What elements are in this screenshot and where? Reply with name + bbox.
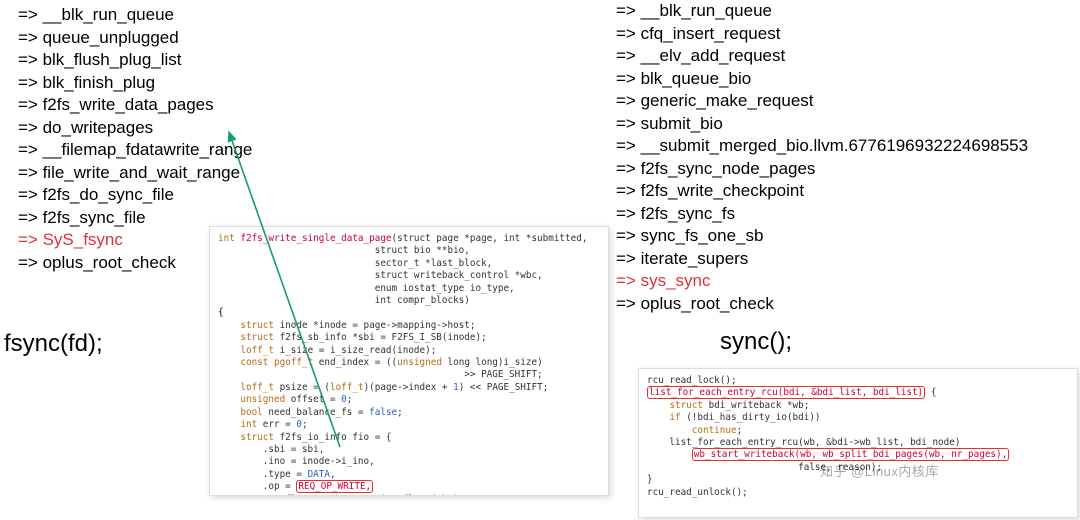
code-line: .sbi = sbi, — [218, 444, 600, 456]
stack-line: => f2fs_do_sync_file — [18, 184, 252, 207]
code-snippet-left: int f2fs_write_single_data_page(struct p… — [209, 226, 609, 496]
stack-line: => __blk_run_queue — [18, 4, 252, 27]
code-line: sector_t *last_block, — [218, 258, 600, 270]
stack-line: => __filemap_fdatawrite_range — [18, 139, 252, 162]
code-snippet-right: rcu_read_lock();list_for_each_entry_rcu(… — [638, 368, 1078, 518]
stack-line: => cfq_insert_request — [616, 23, 1028, 46]
code-line: continue; — [647, 425, 1069, 437]
stack-line: => iterate_supers — [616, 248, 1028, 271]
code-line: .op = REQ_OP_WRITE, — [218, 481, 600, 493]
label-sync: sync(); — [720, 328, 792, 356]
code-line: false, reason); — [647, 462, 1069, 474]
stack-line: => sync_fs_one_sb — [616, 225, 1028, 248]
code-line: { — [218, 307, 600, 319]
code-line: int compr_blocks) — [218, 295, 600, 307]
stack-line: => __elv_add_request — [616, 45, 1028, 68]
code-line: loff_t i_size = i_size_read(inode); — [218, 345, 600, 357]
stack-line: => __submit_merged_bio.llvm.677619693222… — [616, 135, 1028, 158]
code-line: struct bdi_writeback *wb; — [647, 400, 1069, 412]
code-line: loff_t psize = (loff_t)(page->index + 1)… — [218, 382, 600, 394]
code-line: enum iostat_type io_type, — [218, 283, 600, 295]
code-line: unsigned offset = 0; — [218, 394, 600, 406]
code-line: struct f2fs_io_info fio = { — [218, 432, 600, 444]
stack-line: => blk_queue_bio — [616, 68, 1028, 91]
stack-trace-right: => __blk_run_queue=> cfq_insert_request=… — [616, 0, 1028, 315]
code-line: int f2fs_write_single_data_page(struct p… — [218, 233, 600, 245]
stack-line: => f2fs_sync_fs — [616, 203, 1028, 226]
stack-line: => blk_finish_plug — [18, 72, 252, 95]
stack-line: => file_write_and_wait_range — [18, 162, 252, 185]
code-line: } — [647, 474, 1069, 486]
code-line: const pgoff_t end_index = ((unsigned lon… — [218, 357, 600, 369]
code-line: .type = DATA, — [218, 469, 600, 481]
code-line: >> PAGE_SHIFT; — [218, 369, 600, 381]
code-line: struct f2fs_sb_info *sbi = F2FS_I_SB(ino… — [218, 332, 600, 344]
code-line: int err = 0; — [218, 419, 600, 431]
code-line: if (!bdi_has_dirty_io(bdi)) — [647, 412, 1069, 424]
stack-line: => oplus_root_check — [616, 293, 1028, 316]
stack-line: => __blk_run_queue — [616, 0, 1028, 23]
code-line: struct bio **bio, — [218, 245, 600, 257]
code-line: bool need_balance_fs = false; — [218, 407, 600, 419]
code-line: .ino = inode->i_ino, — [218, 456, 600, 468]
stack-line: => queue_unplugged — [18, 27, 252, 50]
code-line: rcu_read_unlock(); — [647, 487, 1069, 499]
stack-line: => f2fs_sync_node_pages — [616, 158, 1028, 181]
stack-line: => generic_make_request — [616, 90, 1028, 113]
code-line: struct writeback_control *wbc, — [218, 270, 600, 282]
stack-line: => f2fs_write_checkpoint — [616, 180, 1028, 203]
code-line: struct inode *inode = page->mapping->hos… — [218, 320, 600, 332]
stack-line: => f2fs_write_data_pages — [18, 94, 252, 117]
label-fsync: fsync(fd); — [4, 330, 103, 358]
stack-line: => blk_flush_plug_list — [18, 49, 252, 72]
stack-line: => sys_sync — [616, 270, 1028, 293]
code-line: wb_start_writeback(wb, wb_split_bdi_page… — [647, 449, 1069, 461]
code-line: .op_flags = wbc_to_write_flags(wbc), — [218, 494, 600, 496]
stack-line: => do_writepages — [18, 117, 252, 140]
code-line: list_for_each_entry_rcu(bdi, &bdi_list, … — [647, 387, 1069, 399]
stack-line: => submit_bio — [616, 113, 1028, 136]
